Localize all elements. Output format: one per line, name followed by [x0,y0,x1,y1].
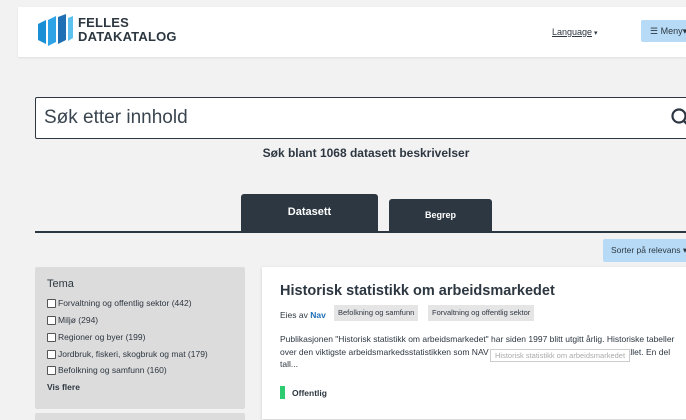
checkbox[interactable] [47,365,56,375]
result-title[interactable]: Historisk statistikk om arbeidsmarkedet [280,283,555,299]
second-filter-panel [35,413,245,420]
filter-item-label: Jordbruk, fiskeri, skogbruk og mat (179) [58,349,208,359]
filter-item[interactable]: Forvaltning og offentlig sektor (442) [47,298,192,308]
owner-prefix: Eies av [280,310,308,320]
checkbox[interactable] [47,315,56,325]
menu-button[interactable]: ☰ Meny▾ [641,20,686,42]
caret-down-icon: ▾ [594,30,598,37]
filter-item[interactable]: Befolkning og samfunn (160) [47,365,167,375]
language-dropdown[interactable]: Language ▾ [552,27,598,37]
theme-filter-panel: Tema Forvaltning og offentlig sektor (44… [35,267,245,409]
logo-line-2: DATAKATALOG [78,29,177,44]
caret-down-icon: ▾ [682,26,686,36]
dataset-count-text: Søk blant 1068 datasett beskrivelser [262,146,470,160]
filter-item-label: Forvaltning og offentlig sektor (442) [58,298,192,308]
access-indicator [280,386,285,399]
language-label: Language [552,27,593,37]
logo-icon[interactable] [36,14,74,48]
tab-begrep[interactable]: Begrep [389,199,492,232]
sort-label: Sorter på relevans [611,245,681,255]
menu-label: Meny [660,26,683,36]
search-box [35,97,686,139]
sort-dropdown[interactable]: Sorter på relevans ▾ [603,239,686,262]
tab-divider [35,231,686,233]
result-owner: Eies av Nav [280,310,326,320]
checkbox[interactable] [47,298,56,308]
tab-datasett[interactable]: Datasett [241,194,378,232]
logo-line-1: FELLES [78,15,130,30]
filter-item[interactable]: Regioner og byer (199) [47,332,145,342]
filter-item-label: Miljø (294) [58,315,99,325]
search-icon[interactable] [670,107,686,129]
access-label: Offentlig [292,387,327,398]
owner-link[interactable]: Nav [310,310,326,320]
access-badge: Offentlig [280,386,327,399]
title-tooltip: Historisk statistikk om arbeidsmarkedet [490,349,631,362]
theme-tag: Befolkning og samfunn [334,305,419,321]
checkbox[interactable] [47,349,56,359]
result-card[interactable]: Historisk statistikk om arbeidsmarkedet … [262,267,686,419]
show-more-link[interactable]: Vis flere [47,382,80,392]
logo-text[interactable]: FELLES DATAKATALOG [78,16,177,44]
theme-tag: Forvaltning og offentlig sektor [428,305,535,321]
filter-item-label: Regioner og byer (199) [58,332,146,342]
checkbox[interactable] [47,332,56,342]
filter-item[interactable]: Miljø (294) [47,315,98,325]
filter-title: Tema [47,278,74,290]
filter-item-label: Befolkning og samfunn (160) [58,365,167,375]
top-header: FELLES DATAKATALOG Language ▾ ☰ Meny▾ [18,7,686,57]
search-input[interactable] [44,106,644,130]
hamburger-icon: ☰ [650,26,659,36]
filter-item[interactable]: Jordbruk, fiskeri, skogbruk og mat (179) [47,349,208,359]
